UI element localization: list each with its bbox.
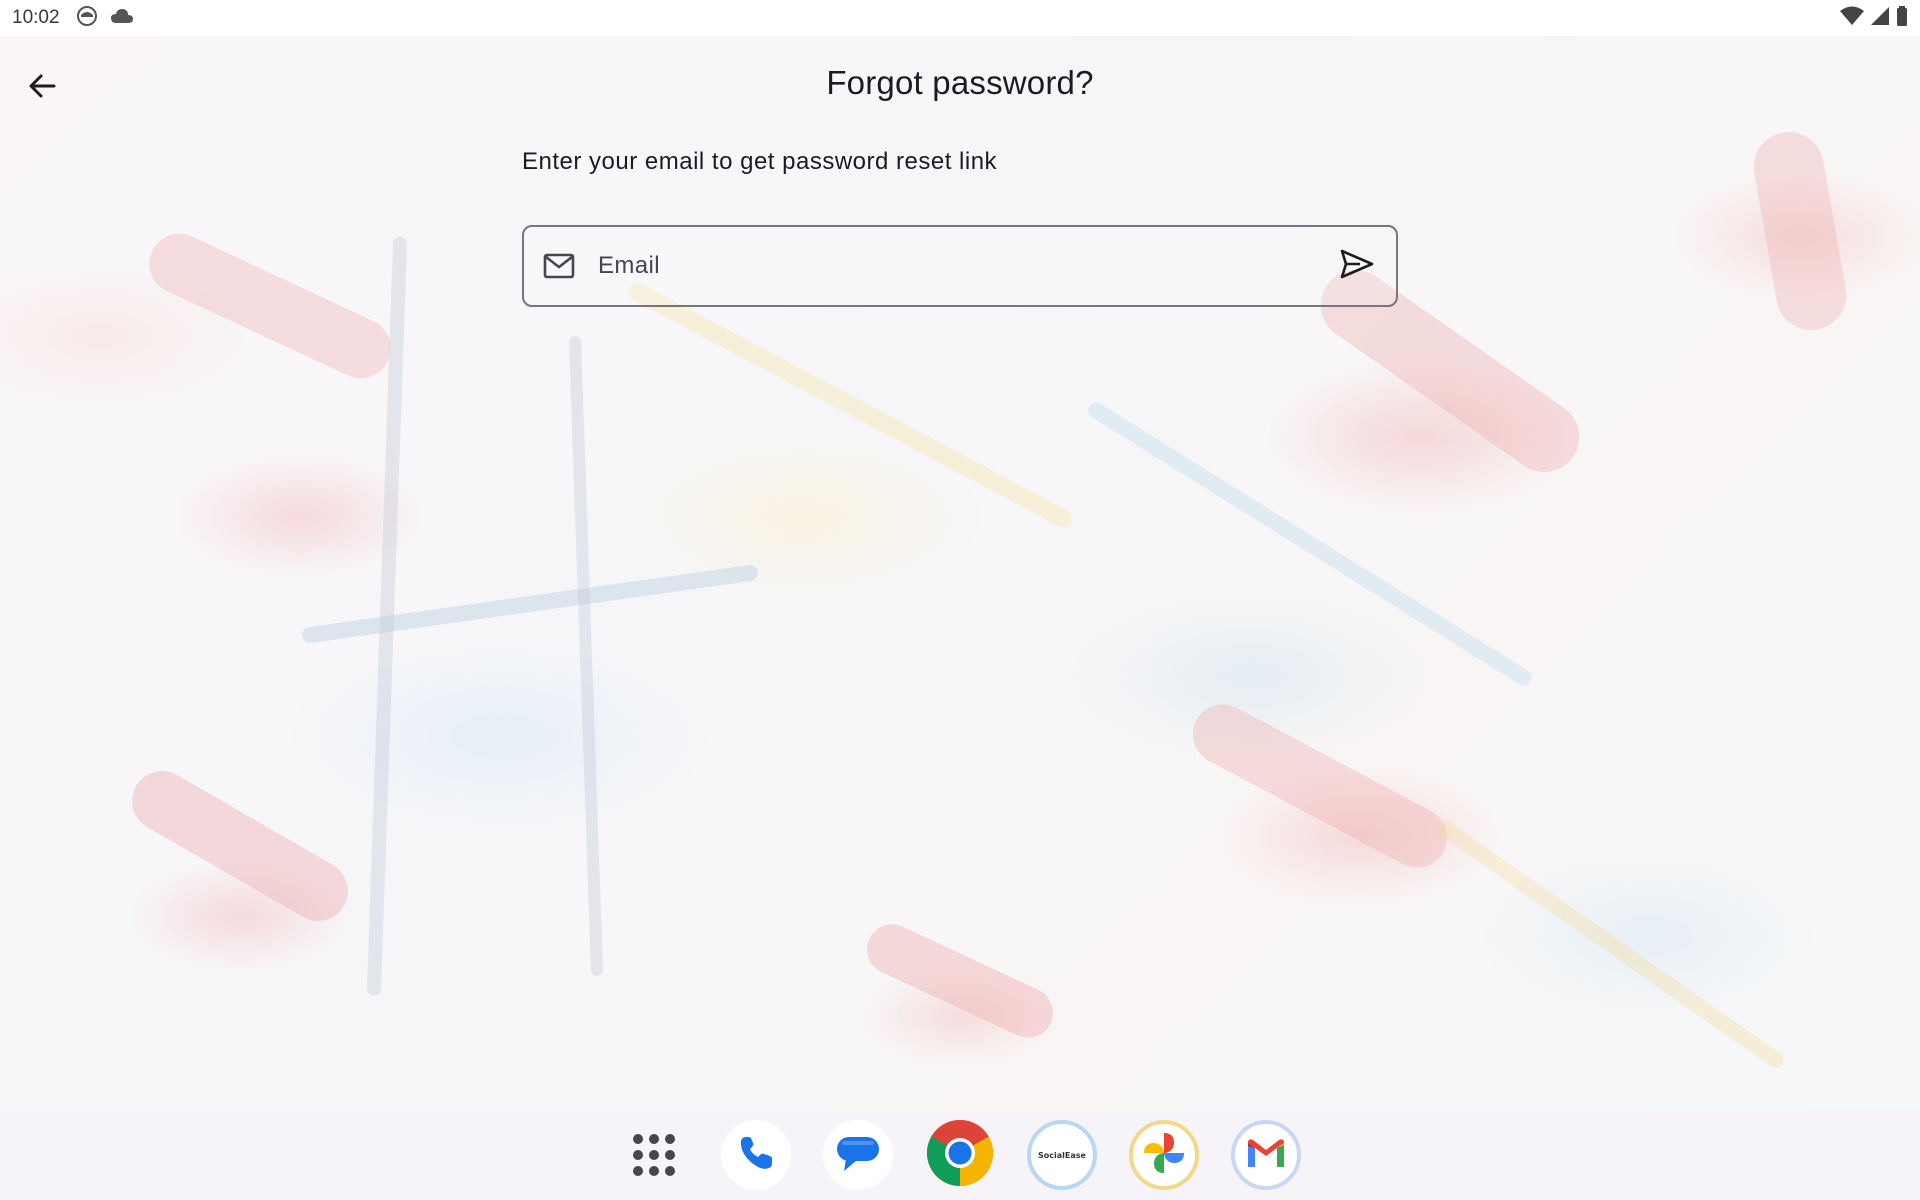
- apps-grid-dot: [633, 1150, 643, 1160]
- apps-grid-dot: [649, 1134, 659, 1144]
- apps-grid-dot: [633, 1166, 643, 1176]
- messages-app[interactable]: [823, 1120, 893, 1190]
- email-input[interactable]: [596, 251, 1334, 281]
- app-drawer-button[interactable]: [619, 1120, 689, 1190]
- phone-icon: [736, 1133, 776, 1178]
- wifi-icon: [1840, 6, 1864, 31]
- phone-app[interactable]: [721, 1120, 791, 1190]
- forgot-password-screen: Forgot password? Enter your email to get…: [0, 36, 1920, 1110]
- mail-icon: [542, 249, 576, 283]
- gmail-icon: [1245, 1137, 1287, 1174]
- send-button[interactable]: [1334, 243, 1380, 289]
- status-time: 10:02: [12, 7, 60, 28]
- chrome-icon: [926, 1119, 994, 1192]
- apps-grid-dot: [649, 1166, 659, 1176]
- apps-grid-dot: [665, 1134, 675, 1144]
- socialease-app[interactable]: SocialEase: [1027, 1120, 1097, 1190]
- messages-icon: [834, 1133, 882, 1178]
- status-icons-right: [1840, 5, 1908, 31]
- status-icons-left: [76, 5, 134, 32]
- chrome-app[interactable]: [925, 1119, 995, 1192]
- apps-grid-dot: [649, 1150, 659, 1160]
- face-icon: [76, 5, 98, 32]
- status-bar: 10:02: [0, 0, 1920, 36]
- apps-grid-dot: [665, 1150, 675, 1160]
- gmail-app[interactable]: [1231, 1120, 1301, 1190]
- signal-icon: [1870, 6, 1890, 31]
- socialease-icon: SocialEase: [1038, 1150, 1086, 1160]
- cloud-icon: [110, 7, 134, 30]
- email-field[interactable]: [522, 225, 1398, 307]
- page-title: Forgot password?: [826, 64, 1094, 101]
- photos-app[interactable]: [1129, 1120, 1199, 1190]
- subtitle-text: Enter your email to get password reset l…: [522, 148, 998, 175]
- send-icon: [1340, 249, 1374, 284]
- battery-icon: [1896, 5, 1908, 31]
- dock: SocialEase: [0, 1110, 1920, 1200]
- apps-grid-dot: [665, 1166, 675, 1176]
- photos-icon: [1142, 1131, 1186, 1180]
- apps-grid-dot: [633, 1134, 643, 1144]
